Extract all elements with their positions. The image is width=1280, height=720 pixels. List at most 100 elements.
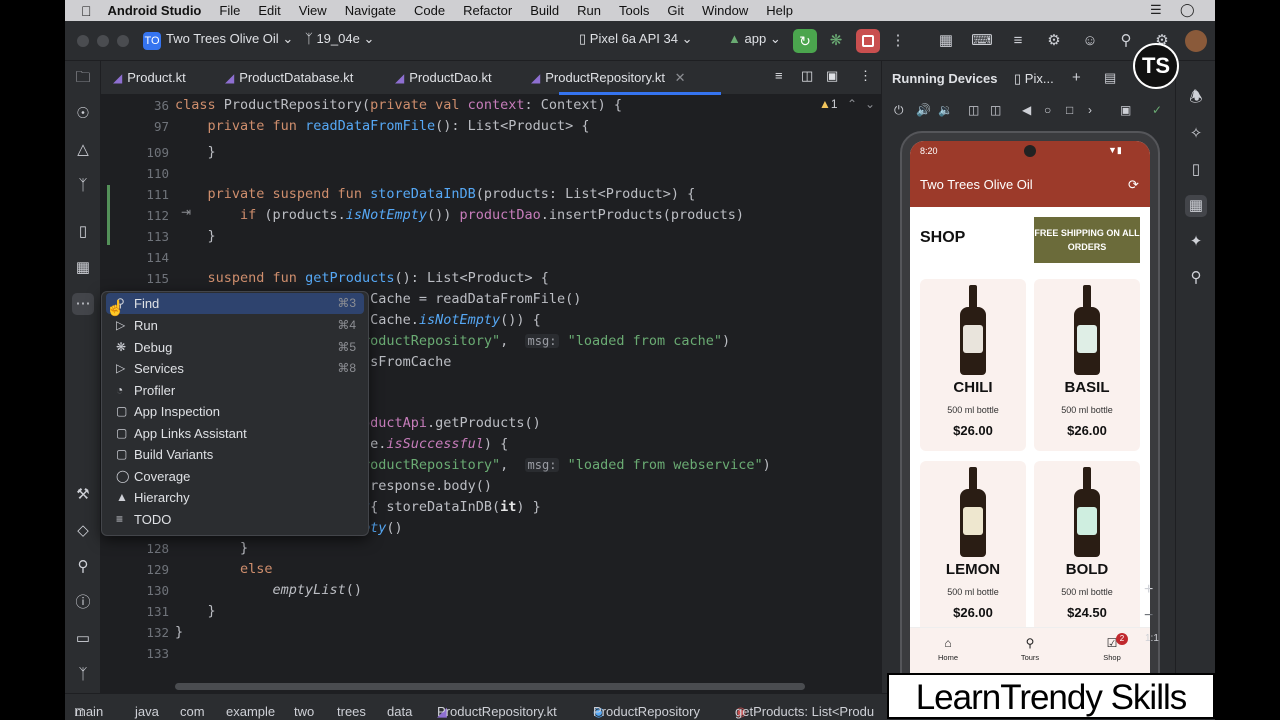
- logcat-button[interactable]: ⚲: [72, 556, 94, 578]
- close-tab-icon[interactable]: ✕: [675, 70, 686, 85]
- product-card[interactable]: CHILI 500 ml bottle $26.00: [920, 279, 1026, 451]
- user-switch-icon[interactable]: ◯: [1180, 2, 1195, 18]
- back-button[interactable]: ◀: [1022, 103, 1031, 117]
- project-tool-button[interactable]: 🗀: [72, 67, 94, 89]
- menu-item-profiler[interactable]: ◔ Profiler: [106, 380, 364, 401]
- gemini-button[interactable]: ◇: [72, 520, 94, 542]
- terminal-button[interactable]: ▭: [72, 628, 94, 650]
- menu-item-todo[interactable]: ≡ TODO: [106, 509, 364, 530]
- menu-navigate[interactable]: Navigate: [345, 3, 396, 18]
- device-tab[interactable]: ▯ Pix...: [1014, 71, 1054, 87]
- menu-item-coverage[interactable]: ◯ Coverage: [106, 466, 364, 487]
- product-card[interactable]: LEMON 500 ml bottle $26.00: [920, 461, 1026, 633]
- menu-app-name[interactable]: Android Studio: [108, 3, 202, 18]
- horizontal-scrollbar[interactable]: [175, 683, 805, 690]
- design-view-button[interactable]: ▣: [826, 68, 838, 84]
- menu-run[interactable]: Run: [577, 3, 601, 18]
- branch-selector[interactable]: ᛉ 19_04e ⌄: [305, 31, 374, 47]
- run-config-selector[interactable]: ▲ app ⌄: [728, 31, 781, 47]
- stop-button[interactable]: [856, 29, 880, 53]
- menu-item-services[interactable]: ▷ Services ⌘8: [106, 358, 364, 379]
- rotate-left-button[interactable]: ◫: [968, 103, 979, 117]
- home-button[interactable]: ○: [1044, 103, 1051, 117]
- product-card[interactable]: BOLD 500 ml bottle $24.50: [1034, 461, 1140, 633]
- phone-screen[interactable]: 8:20 ▼▮ Two Trees Olive Oil ⟳ SHOP FREE …: [910, 141, 1150, 689]
- device-manager-button[interactable]: ▦: [935, 30, 957, 52]
- version-control-button[interactable]: ᛉ: [72, 664, 94, 686]
- menu-item-run[interactable]: ▷ Run ⌘4: [106, 315, 364, 336]
- zoom-window-button[interactable]: [117, 35, 129, 47]
- apply-changes-button[interactable]: ↻: [793, 29, 817, 53]
- split-view-button[interactable]: ◫: [801, 68, 813, 84]
- check-button[interactable]: ✓: [1152, 103, 1162, 117]
- gradle-button[interactable]: ✧: [1185, 123, 1207, 145]
- menu-item-find[interactable]: ⚲ Find ⌘3: [106, 293, 364, 314]
- menu-item-app-links-assistant[interactable]: ▢ App Links Assistant: [106, 423, 364, 444]
- nav-home[interactable]: ⌂ Home: [918, 636, 978, 662]
- volume-up-button[interactable]: 🔊: [916, 103, 931, 117]
- menu-item-build-variants[interactable]: ▢ Build Variants: [106, 444, 364, 465]
- menu-help[interactable]: Help: [766, 3, 793, 18]
- apple-icon[interactable]: : [81, 3, 92, 19]
- previous-highlight-button[interactable]: ⌃: [847, 97, 857, 111]
- nav-tours[interactable]: ⚲ Tours: [1000, 636, 1060, 662]
- tab-product-dao-kt[interactable]: ◢ ProductDao.kt: [395, 70, 492, 85]
- more-actions-button[interactable]: ⋮: [887, 30, 909, 52]
- more-tool-windows-button[interactable]: ⋯: [72, 293, 94, 315]
- next-highlight-button[interactable]: ⌄: [865, 97, 875, 111]
- tab-product-repository-kt[interactable]: ◢ ProductRepository.kt ✕: [531, 70, 685, 86]
- zoom-in-button[interactable]: +: [1144, 581, 1153, 599]
- bookmarks-button[interactable]: ▯: [72, 221, 94, 243]
- add-device-button[interactable]: +: [1072, 69, 1081, 86]
- menu-item-hierarchy[interactable]: ▲ Hierarchy: [106, 487, 364, 508]
- menu-edit[interactable]: Edit: [258, 3, 280, 18]
- zoom-actual-size-button[interactable]: 1:1: [1145, 633, 1159, 644]
- rotate-right-button[interactable]: ◫: [990, 103, 1001, 117]
- warning-indicator[interactable]: ▲1: [819, 97, 838, 111]
- tab-product-database-kt[interactable]: ◢ ProductDatabase.kt: [225, 70, 353, 85]
- device-selector[interactable]: ▯ Pixel 6a API 34 ⌄: [579, 31, 692, 47]
- layout-inspector-button[interactable]: ⚲: [1185, 267, 1207, 289]
- menu-file[interactable]: File: [219, 3, 240, 18]
- menu-view[interactable]: View: [299, 3, 327, 18]
- menu-refactor[interactable]: Refactor: [463, 3, 512, 18]
- problems-button[interactable]: ⓘ: [72, 592, 94, 614]
- nav-shop[interactable]: ☑ Shop: [1082, 636, 1142, 662]
- structure-button[interactable]: ▦: [72, 257, 94, 279]
- control-center-icon[interactable]: ☰: [1150, 2, 1162, 18]
- menu-tools[interactable]: Tools: [619, 3, 649, 18]
- commit-tool-button[interactable]: ☉: [72, 103, 94, 125]
- resource-manager-button[interactable]: △: [72, 139, 94, 161]
- pull-requests-button[interactable]: ᛉ: [72, 175, 94, 197]
- code-view-button[interactable]: ≡: [775, 68, 783, 83]
- search-everywhere-button[interactable]: ⚲: [1115, 30, 1137, 52]
- notifications-button[interactable]: 🕭: [1185, 87, 1207, 109]
- debug-button[interactable]: ❋: [825, 30, 847, 52]
- product-card[interactable]: BASIL 500 ml bottle $26.00: [1034, 279, 1140, 451]
- screenshot-button[interactable]: ▣: [1120, 103, 1131, 117]
- volume-down-button[interactable]: 🔉: [938, 103, 953, 117]
- power-button[interactable]: ⏻: [894, 103, 904, 118]
- plugins-button[interactable]: ⚙: [1043, 30, 1065, 52]
- tab-options-button[interactable]: ⋮: [859, 68, 872, 84]
- menu-item-debug[interactable]: ❋ Debug ⌘5: [106, 337, 364, 358]
- menu-window[interactable]: Window: [702, 3, 748, 18]
- sdk-manager-button[interactable]: ≡: [1007, 30, 1029, 52]
- menu-git[interactable]: Git: [667, 3, 684, 18]
- tab-product-kt[interactable]: ◢ Product.kt: [113, 70, 186, 85]
- share-icon[interactable]: ⟳: [1128, 177, 1139, 193]
- overview-button[interactable]: □: [1066, 103, 1073, 117]
- close-window-button[interactable]: [77, 35, 89, 47]
- minimize-window-button[interactable]: [97, 35, 109, 47]
- menu-code[interactable]: Code: [414, 3, 445, 18]
- zoom-out-button[interactable]: −: [1144, 607, 1153, 625]
- menu-build[interactable]: Build: [530, 3, 559, 18]
- avatar[interactable]: [1185, 30, 1207, 52]
- menu-item-app-inspection[interactable]: ▢ App Inspection: [106, 401, 364, 422]
- code-with-me-button[interactable]: ☺: [1079, 30, 1101, 52]
- running-devices-button[interactable]: ▦: [1185, 195, 1207, 217]
- window-options-button[interactable]: ▤: [1104, 70, 1116, 86]
- more-nav-button[interactable]: ›: [1088, 103, 1092, 117]
- translate-button[interactable]: ⌨: [971, 30, 993, 52]
- ai-assistant-button[interactable]: ✦: [1185, 231, 1207, 253]
